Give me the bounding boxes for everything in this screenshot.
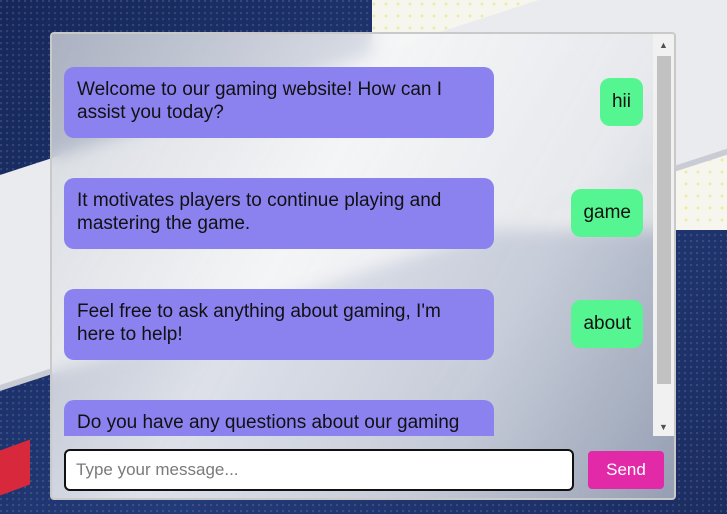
message-row: It motivates players to continue playing… (52, 145, 655, 256)
user-message: hii (599, 78, 643, 126)
chat-panel: Welcome to our gaming website! How can I… (50, 32, 676, 500)
bot-message: Feel free to ask anything about gaming, … (64, 289, 494, 360)
message-row: Do you have any questions about our gami… (52, 367, 655, 436)
send-button[interactable]: Send (588, 451, 664, 489)
bot-message: Do you have any questions about our gami… (64, 400, 494, 436)
message-row: Feel free to ask anything about gaming, … (52, 256, 655, 367)
user-message: game (571, 189, 643, 237)
user-message: about (571, 300, 643, 348)
message-list[interactable]: Welcome to our gaming website! How can I… (52, 34, 655, 436)
arrow-down-icon[interactable]: ▼ (653, 418, 674, 436)
bot-message: It motivates players to continue playing… (64, 178, 494, 249)
arrow-up-icon[interactable]: ▲ (653, 36, 674, 54)
scrollbar-thumb[interactable] (657, 56, 671, 384)
message-composer: Send (52, 436, 674, 498)
scrollbar[interactable]: ▲ ▼ (653, 34, 674, 436)
bot-message: Welcome to our gaming website! How can I… (64, 67, 494, 138)
message-row: Welcome to our gaming website! How can I… (52, 34, 655, 145)
message-input[interactable] (64, 449, 574, 491)
